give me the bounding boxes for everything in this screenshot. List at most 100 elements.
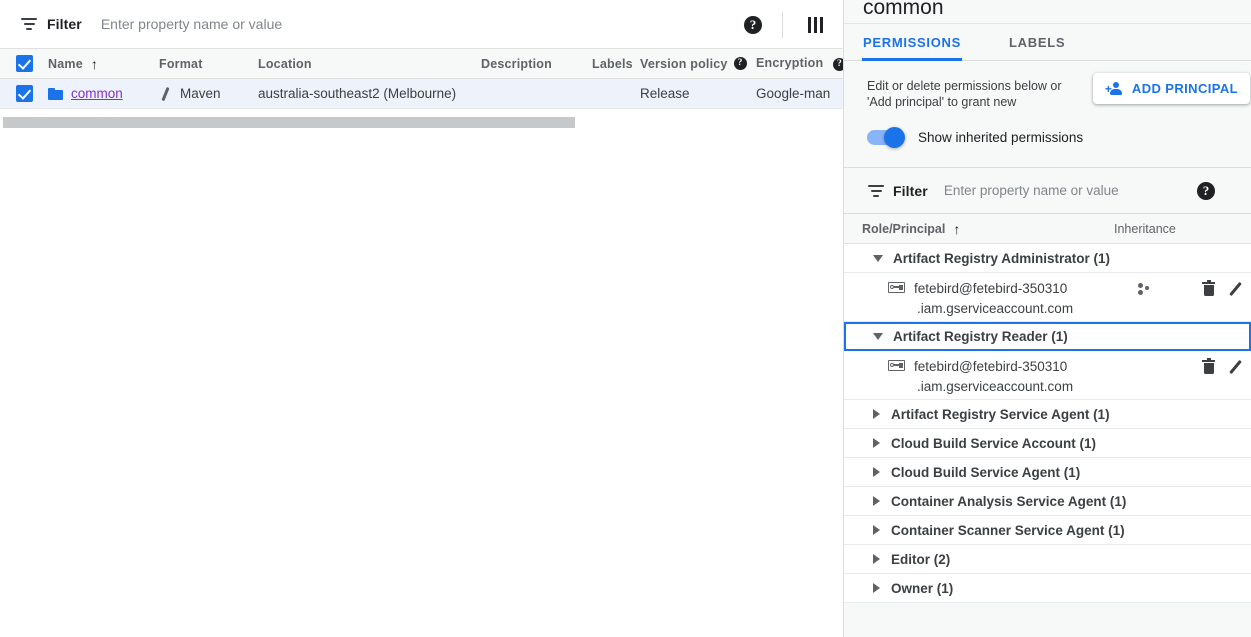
help-icon[interactable]: ? [744, 15, 762, 34]
horizontal-scrollbar[interactable] [0, 117, 843, 128]
permission-group-row[interactable]: Artifact Registry Service Agent (1) [844, 400, 1251, 429]
member-row-actions [1202, 357, 1243, 375]
table-header-row: Name ↑ Format Location Description Label… [0, 49, 843, 79]
filter-icon[interactable] [867, 182, 885, 200]
select-all-checkbox-cell[interactable] [0, 55, 48, 72]
delete-icon[interactable] [1202, 357, 1215, 375]
permission-group-row[interactable]: Container Scanner Service Agent (1) [844, 516, 1251, 545]
permission-group-label: Container Scanner Service Agent (1) [891, 522, 1125, 538]
member-email-line1: fetebird@fetebird-350310 [914, 359, 1068, 374]
permission-group-label: Artifact Registry Reader (1) [893, 329, 1068, 344]
member-email-line1: fetebird@fetebird-350310 [914, 281, 1068, 296]
column-header-format[interactable]: Format [159, 57, 258, 71]
cell-location: australia-southeast2 (Melbourne) [258, 86, 457, 101]
table-toolbar: ? [744, 0, 843, 49]
column-display-options-icon[interactable] [808, 16, 823, 33]
permission-member-row[interactable]: fetebird@fetebird-350310 .iam.gserviceac… [844, 351, 1251, 400]
cell-format-label: Maven [180, 86, 221, 101]
inheritance-icon [1138, 283, 1154, 297]
member-email-line2: .iam.gserviceaccount.com [917, 301, 1074, 316]
delete-icon[interactable] [1202, 279, 1215, 297]
version-policy-help-icon[interactable]: ? [733, 57, 747, 70]
panel-tabs: PERMISSIONS LABELS [844, 23, 1251, 61]
edit-icon[interactable] [1227, 359, 1243, 375]
column-header-name-label: Name [48, 56, 83, 71]
permissions-filter-label: Filter [893, 182, 928, 199]
encryption-help-icon[interactable]: ? [832, 57, 843, 71]
permission-group-label: Cloud Build Service Account (1) [891, 435, 1097, 451]
column-header-inheritance[interactable]: Inheritance [1114, 222, 1176, 236]
edit-icon[interactable] [1227, 281, 1243, 297]
show-inherited-permissions-row[interactable]: Show inherited permissions [867, 127, 1084, 148]
permission-member-text: fetebird@fetebird-350310 .iam.gserviceac… [914, 279, 1073, 319]
horizontal-scrollbar-thumb[interactable] [3, 117, 575, 128]
column-header-description[interactable]: Description [481, 57, 592, 71]
permission-group-row[interactable]: Cloud Build Service Account (1) [844, 429, 1251, 458]
show-inherited-permissions-label: Show inherited permissions [918, 130, 1084, 145]
service-account-icon [888, 280, 905, 294]
column-header-encryption[interactable]: Encryption ? [756, 56, 843, 71]
chevron-right-icon [873, 496, 880, 506]
panel-title: common [844, 0, 1251, 23]
maven-format-icon [159, 87, 173, 101]
permission-group-label: Artifact Registry Administrator (1) [893, 250, 1111, 266]
app-root: Filter ? Name ↑ Format Location Descript… [0, 0, 1251, 637]
permissions-description: Edit or delete permissions below or 'Add… [867, 79, 1062, 109]
service-account-icon [888, 358, 905, 372]
show-inherited-permissions-toggle[interactable] [867, 127, 905, 148]
repositories-pane: Filter ? Name ↑ Format Location Descript… [0, 0, 843, 637]
select-all-checkbox[interactable] [15, 55, 33, 72]
add-principal-button-label: ADD PRINCIPAL [1131, 81, 1238, 96]
permissions-intro-block: Edit or delete permissions below or 'Add… [844, 61, 1251, 167]
chevron-right-icon [873, 554, 880, 564]
chevron-right-icon [873, 525, 880, 535]
column-header-role-principal-label: Role/Principal [862, 221, 946, 236]
permission-group-row[interactable]: Owner (1) [844, 574, 1251, 603]
filter-input[interactable] [98, 15, 579, 33]
permissions-filter-input[interactable] [941, 182, 1172, 199]
cell-encryption: Google-man [756, 86, 831, 101]
row-checkbox[interactable] [15, 85, 33, 102]
add-principal-button[interactable]: + ADD PRINCIPAL [1092, 73, 1250, 104]
tab-labels[interactable]: LABELS [1009, 35, 1065, 60]
help-icon[interactable]: ? [1197, 181, 1215, 200]
repositories-filter-bar: Filter ? [0, 0, 843, 49]
permission-group-row-selected[interactable]: Artifact Registry Reader (1) [844, 322, 1251, 351]
column-header-version-policy[interactable]: Version policy ? [640, 57, 756, 71]
permissions-filter-bar: Filter ? [844, 167, 1251, 214]
filter-icon[interactable] [20, 15, 38, 33]
column-header-role-principal[interactable]: Role/Principal ↑ [844, 222, 1114, 236]
panel-bottom-spacer [844, 603, 1251, 623]
permission-group-label: Artifact Registry Service Agent (1) [891, 406, 1110, 422]
chevron-right-icon [873, 409, 880, 419]
tab-permissions[interactable]: PERMISSIONS [862, 35, 962, 61]
sort-ascending-icon: ↑ [953, 220, 961, 237]
toolbar-divider [782, 11, 783, 38]
repository-link[interactable]: common [71, 86, 123, 101]
permission-group-row[interactable]: Editor (2) [844, 545, 1251, 574]
cell-format: Maven [159, 86, 258, 101]
column-header-name[interactable]: Name ↑ [48, 57, 159, 71]
column-header-labels[interactable]: Labels [592, 57, 640, 71]
permission-group-row[interactable]: Artifact Registry Administrator (1) [844, 244, 1251, 273]
permission-group-label: Editor (2) [891, 551, 951, 567]
row-checkbox-cell[interactable] [0, 85, 48, 102]
chevron-right-icon [873, 438, 880, 448]
column-header-encryption-label: Encryption [756, 56, 824, 71]
permission-group-row[interactable]: Cloud Build Service Agent (1) [844, 458, 1251, 487]
folder-icon [48, 87, 63, 100]
chevron-right-icon [873, 583, 880, 593]
permission-member-row[interactable]: fetebird@fetebird-350310 .iam.gserviceac… [844, 273, 1251, 322]
chevron-down-icon [873, 333, 883, 340]
chevron-right-icon [873, 467, 880, 477]
permission-group-label: Owner (1) [891, 580, 954, 596]
permission-group-label: Container Analysis Service Agent (1) [891, 493, 1127, 509]
table-row[interactable]: common Maven australia-southeast2 (Melbo… [0, 79, 843, 109]
cell-version-policy: Release [640, 86, 690, 101]
permissions-table-header: Role/Principal ↑ Inheritance [844, 214, 1251, 244]
column-header-location[interactable]: Location [258, 57, 481, 71]
add-person-icon: + [1105, 81, 1125, 96]
sort-ascending-icon: ↑ [90, 55, 99, 72]
permission-member-text: fetebird@fetebird-350310 .iam.gserviceac… [914, 357, 1073, 397]
permission-group-row[interactable]: Container Analysis Service Agent (1) [844, 487, 1251, 516]
